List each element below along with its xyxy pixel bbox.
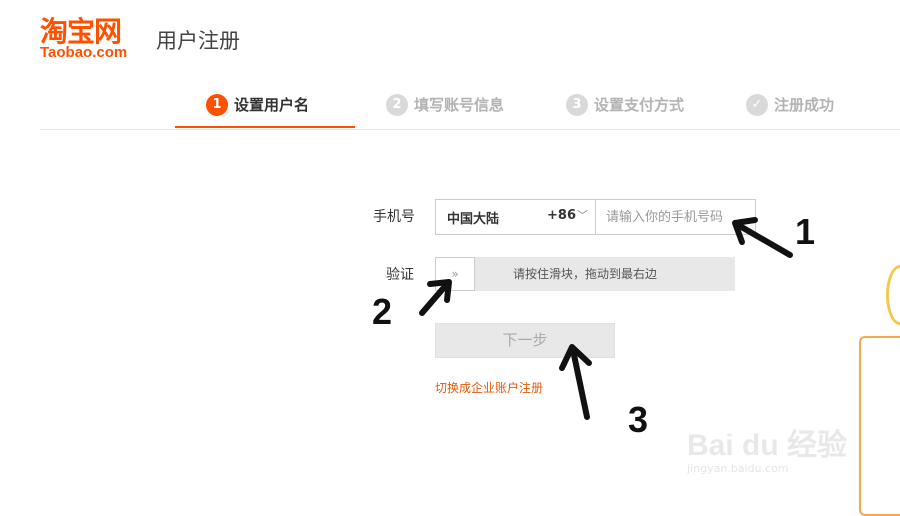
arrow-3 xyxy=(570,347,590,420)
phone-label: 手机号 xyxy=(373,209,415,225)
side-promo-panel xyxy=(859,336,900,516)
next-step-button[interactable]: 下一步 xyxy=(435,323,615,358)
slider-handle[interactable]: » xyxy=(435,257,475,291)
step-number-icon: 1 xyxy=(206,94,228,116)
watermark-text: Bai du 经验 xyxy=(687,429,848,462)
check-icon: ✓ xyxy=(746,94,768,116)
active-step-underline xyxy=(175,126,355,128)
registration-steps: 1 设置用户名 2 填写账号信息 3 设置支付方式 ✓ 注册成功 xyxy=(40,88,900,130)
verify-label: 验证 xyxy=(386,267,414,283)
slider-instruction: 请按住滑块，拖动到最右边 xyxy=(513,267,658,281)
step-label: 填写账号信息 xyxy=(414,96,505,114)
step-number-icon: 2 xyxy=(386,94,408,116)
step-set-username: 1 设置用户名 xyxy=(206,94,309,116)
step-label: 设置用户名 xyxy=(234,96,310,114)
annotation-number-3: 3 xyxy=(628,399,649,440)
country-name: 中国大陆 xyxy=(447,212,500,227)
enterprise-register-link[interactable]: 切换成企业账户注册 xyxy=(435,380,543,396)
logo-english: Taobao.com xyxy=(40,44,128,61)
double-chevron-right-icon: » xyxy=(451,267,459,281)
annotation-number-1: 1 xyxy=(795,211,816,252)
step-label: 注册成功 xyxy=(774,96,835,114)
phone-input[interactable] xyxy=(596,199,756,235)
step-payment-method: 3 设置支付方式 xyxy=(566,94,684,116)
step-label: 设置支付方式 xyxy=(594,96,685,114)
country-code-select[interactable]: 中国大陆 +86 ﹀ xyxy=(435,199,596,235)
step-register-success: ✓ 注册成功 xyxy=(746,94,834,116)
step-number-icon: 3 xyxy=(566,94,588,116)
taobao-logo[interactable]: 淘宝网 Taobao.com xyxy=(40,16,148,62)
step-account-info: 2 填写账号信息 xyxy=(386,94,504,116)
chevron-down-icon: ﹀ xyxy=(577,209,588,222)
watermark-sub: jingyan.baidu.com xyxy=(687,462,789,475)
slider-captcha[interactable]: » 请按住滑块，拖动到最右边 xyxy=(435,257,735,291)
page-title: 用户注册 xyxy=(156,29,240,53)
baidu-watermark: Bai du 经验 jingyan.baidu.com xyxy=(685,400,855,485)
country-code: +86 xyxy=(547,208,576,223)
decorative-mascot xyxy=(886,265,900,325)
annotation-number-2: 2 xyxy=(372,291,393,332)
